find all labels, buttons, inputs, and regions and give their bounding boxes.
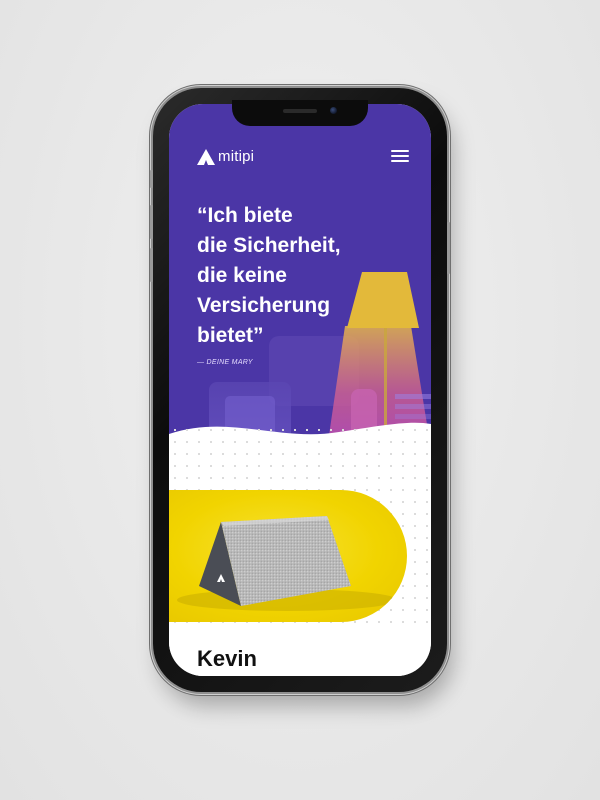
kevin-device-image bbox=[177, 516, 397, 611]
phone-notch bbox=[232, 100, 368, 126]
product-image-card[interactable] bbox=[169, 490, 407, 622]
hero-section: mitipi “Ich biete die Sicherheit, die ke… bbox=[169, 104, 431, 449]
earpiece-speaker bbox=[283, 109, 317, 113]
brand-name: mitipi bbox=[218, 148, 255, 165]
mute-switch bbox=[150, 170, 153, 188]
volume-down-button bbox=[150, 248, 153, 282]
product-title: Kevin bbox=[197, 646, 257, 671]
quote-line: die Sicherheit, bbox=[197, 234, 341, 257]
mockup-stage: mitipi “Ich biete die Sicherheit, die ke… bbox=[0, 0, 600, 800]
quote-attribution: — DEINE MARY bbox=[197, 359, 253, 366]
phone-screen: mitipi “Ich biete die Sicherheit, die ke… bbox=[169, 104, 431, 676]
quote-line: bietet” bbox=[197, 324, 264, 347]
quote-line: die keine bbox=[197, 264, 287, 287]
power-button bbox=[447, 222, 450, 274]
front-camera-icon bbox=[330, 107, 337, 114]
hero-quote: “Ich biete die Sicherheit, die keine Ver… bbox=[197, 201, 417, 351]
volume-up-button bbox=[150, 205, 153, 239]
quote-line: Versicherung bbox=[197, 294, 331, 317]
quote-line: “Ich biete bbox=[197, 204, 293, 227]
hamburger-menu-icon[interactable] bbox=[391, 150, 409, 164]
mitipi-logo-icon bbox=[197, 148, 215, 165]
brand-logo[interactable]: mitipi bbox=[197, 148, 254, 165]
